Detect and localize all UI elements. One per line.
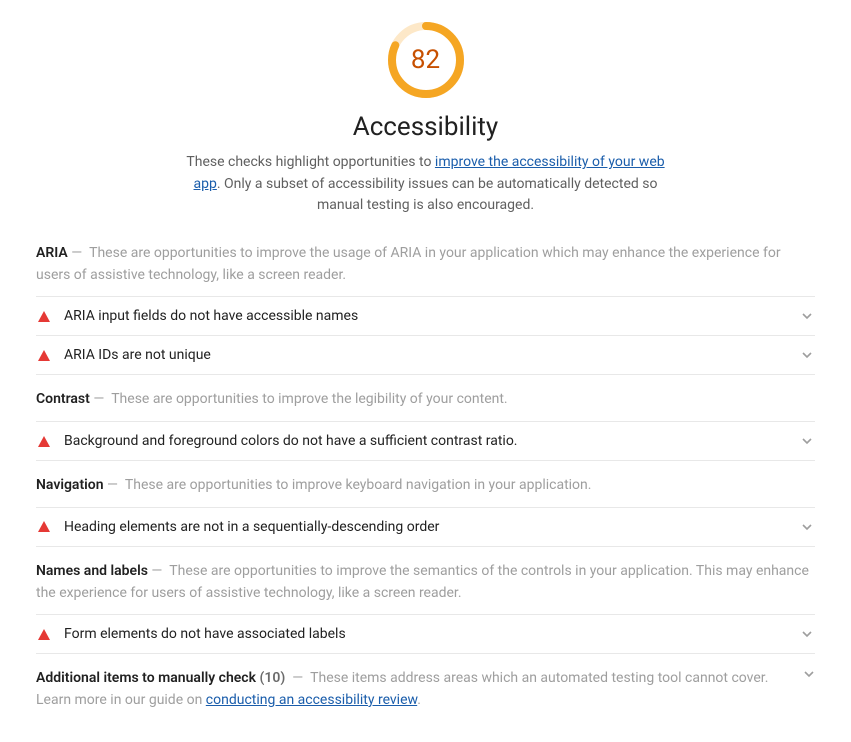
dash: — — [107, 477, 118, 493]
manual-check-row[interactable]: Additional items to manually check (10) … — [36, 668, 815, 711]
section-name: ARIA — [36, 245, 68, 261]
audit-label: Heading elements are not in a sequential… — [64, 519, 793, 535]
section-description: ARIA — These are opportunities to improv… — [36, 243, 815, 286]
warning-triangle-icon — [38, 521, 50, 532]
section-name: Contrast — [36, 391, 90, 407]
manual-check-text: Additional items to manually check (10) … — [36, 668, 795, 711]
dash: — — [71, 245, 82, 261]
dash: — — [292, 670, 303, 686]
audit-row[interactable]: Heading elements are not in a sequential… — [36, 507, 815, 547]
section-description: Names and labels — These are opportuniti… — [36, 561, 815, 604]
score-gauge: 82 — [386, 20, 466, 100]
audit-label: ARIA input fields do not have accessible… — [64, 308, 793, 324]
section-name: Navigation — [36, 477, 104, 493]
chevron-down-icon — [801, 310, 813, 322]
audit-row[interactable]: Background and foreground colors do not … — [36, 421, 815, 461]
manual-post: . — [417, 692, 421, 708]
warning-triangle-icon — [38, 436, 50, 447]
audit-row[interactable]: ARIA IDs are not unique — [36, 335, 815, 375]
page-title: Accessibility — [36, 112, 815, 142]
score-gauge-container: 82 — [36, 20, 815, 100]
audit-row[interactable]: ARIA input fields do not have accessible… — [36, 296, 815, 335]
manual-title: Additional items to manually check — [36, 670, 256, 686]
page-description: These checks highlight opportunities to … — [186, 152, 666, 217]
section-desc-text: These are opportunities to improve the l… — [111, 391, 507, 407]
chevron-down-icon — [801, 628, 813, 640]
chevron-down-icon — [803, 668, 815, 680]
warning-triangle-icon — [38, 629, 50, 640]
dash: — — [93, 391, 104, 407]
section-description: Contrast — These are opportunities to im… — [36, 389, 815, 411]
chevron-down-icon — [801, 349, 813, 361]
section-name: Names and labels — [36, 563, 148, 579]
desc-post: . Only a subset of accessibility issues … — [217, 176, 658, 214]
section-desc-text: These are opportunities to improve keybo… — [125, 477, 592, 493]
dash: — — [151, 563, 162, 579]
audit-row[interactable]: Form elements do not have associated lab… — [36, 614, 815, 654]
audit-label: ARIA IDs are not unique — [64, 347, 793, 363]
chevron-down-icon — [801, 521, 813, 533]
warning-triangle-icon — [38, 350, 50, 361]
desc-pre: These checks highlight opportunities to — [186, 154, 435, 170]
audit-label: Form elements do not have associated lab… — [64, 626, 793, 642]
audit-label: Background and foreground colors do not … — [64, 433, 793, 449]
accessibility-review-link[interactable]: conducting an accessibility review — [206, 692, 417, 708]
section-description: Navigation — These are opportunities to … — [36, 475, 815, 497]
manual-count: (10) — [259, 670, 285, 686]
section-desc-text: These are opportunities to improve the u… — [36, 245, 781, 283]
score-value: 82 — [386, 20, 466, 100]
warning-triangle-icon — [38, 311, 50, 322]
chevron-down-icon — [801, 435, 813, 447]
